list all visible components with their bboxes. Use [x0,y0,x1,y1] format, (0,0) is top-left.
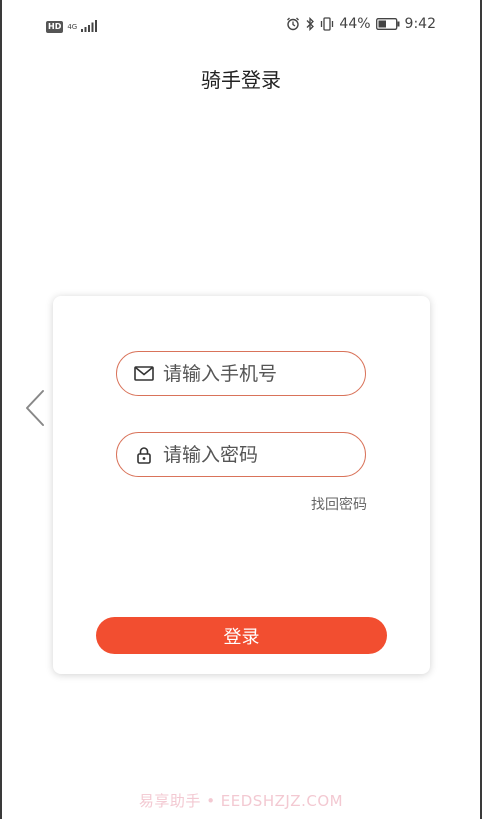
signal-icon [81,17,98,36]
status-right: 44% 9:42 [286,16,436,32]
network-type: 4G [67,22,78,31]
vibrate-icon [320,17,334,31]
back-chevron-icon [23,388,47,432]
bluetooth-icon [305,17,315,31]
screen-edge-left [0,0,2,819]
battery-percent: 44% [339,16,371,32]
login-button[interactable]: 登录 [96,617,387,654]
password-input[interactable] [161,442,349,467]
mail-icon [133,363,155,385]
phone-input[interactable] [161,361,349,386]
status-time: 9:42 [404,16,436,32]
alarm-icon [286,17,300,31]
hd-badge: HD [46,20,64,33]
lock-icon [133,444,155,466]
watermark: 易享助手 • EEDSHZJZ.COM [138,792,344,810]
status-left: HD 4G [46,17,98,36]
phone-field[interactable] [116,351,366,396]
status-bar: HD 4G 44% 9:42 [0,0,482,44]
battery-icon [375,18,400,30]
forgot-password-link[interactable]: 找回密码 [300,494,367,514]
password-field[interactable] [116,432,366,477]
back-button[interactable] [20,388,50,432]
page-title: 骑手登录 [201,68,281,92]
